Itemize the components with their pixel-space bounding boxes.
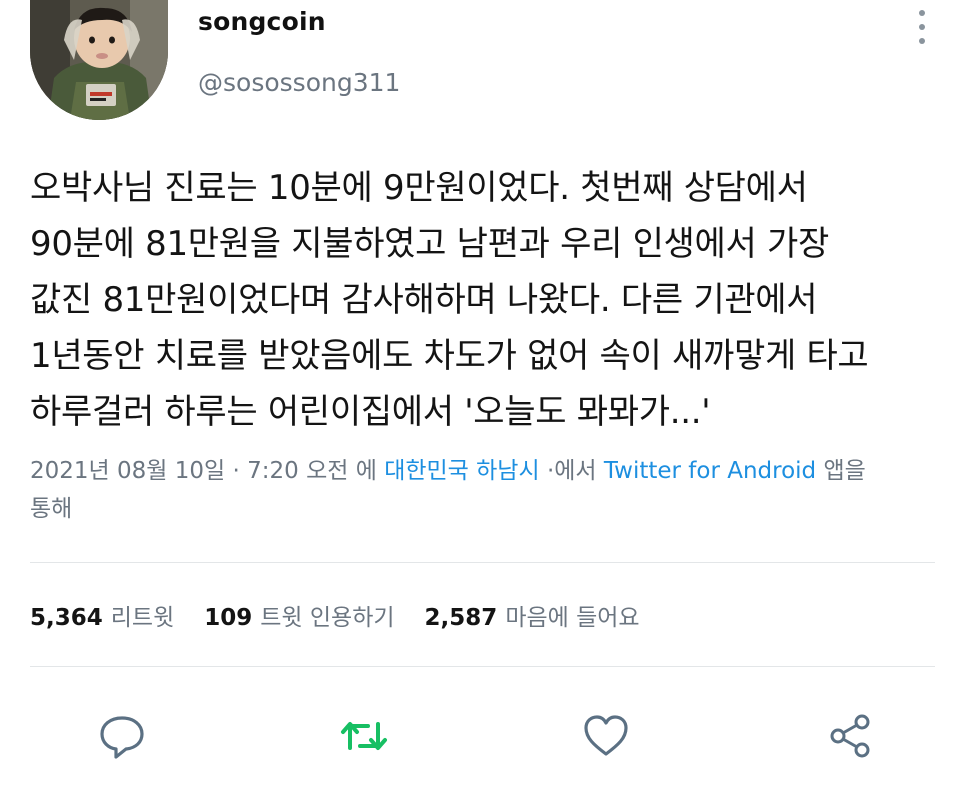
tweet-date[interactable]: 2021년 08월 10일 — [30, 458, 225, 484]
more-dot-icon — [919, 24, 925, 30]
likes-stat[interactable]: 2,587 마음에 들어요 — [425, 598, 640, 632]
tweet-stats: 5,364 리트윗 109 트윗 인용하기 2,587 마음에 들어요 — [30, 598, 670, 632]
retweets-count: 5,364 — [30, 605, 103, 631]
retweets-label: 리트윗 — [110, 605, 175, 631]
tweet-location-link[interactable]: 대한민국 하남시 — [384, 458, 539, 484]
avatar-photo-icon — [30, 0, 168, 120]
location-prefix: 에 — [355, 458, 377, 484]
meta-separator: · — [232, 458, 240, 484]
client-suffix: 앱을 — [823, 458, 866, 484]
tweet-actions — [0, 700, 965, 770]
meta-line2: 통해 — [30, 496, 73, 522]
more-options-button[interactable] — [905, 8, 939, 46]
display-name[interactable]: songcoin — [198, 7, 326, 36]
likes-count: 2,587 — [424, 605, 498, 631]
likes-label: 마음에 들어요 — [505, 605, 640, 631]
more-dot-icon — [919, 10, 925, 16]
retweet-button[interactable] — [338, 710, 390, 762]
share-button[interactable] — [824, 710, 876, 762]
tweet-header: songcoin @sosossong311 — [0, 0, 965, 140]
more-dot-icon — [919, 38, 925, 44]
reply-button[interactable] — [96, 710, 148, 762]
user-handle[interactable]: @sosossong311 — [198, 68, 400, 97]
tweet-text: 오박사님 진료는 10분에 9만원이었다. 첫번째 상담에서 90분에 81만원… — [30, 168, 869, 432]
reply-icon — [100, 716, 144, 759]
heart-icon — [584, 715, 628, 756]
via-prefix: ·에서 — [546, 458, 597, 484]
tweet-client-link[interactable]: Twitter for Android — [604, 458, 816, 484]
tweet-meta: 2021년 08월 10일 · 7:20 오전 에 대한민국 하남시 ·에서 T… — [30, 452, 940, 528]
tweet-time[interactable]: 7:20 오전 — [247, 458, 348, 484]
quotes-stat[interactable]: 109 트윗 인용하기 — [204, 598, 394, 632]
quotes-label: 트윗 인용하기 — [260, 605, 395, 631]
avatar[interactable] — [30, 0, 168, 120]
divider — [30, 666, 935, 667]
retweets-stat[interactable]: 5,364 리트윗 — [30, 598, 174, 632]
like-button[interactable] — [580, 710, 632, 762]
retweet-icon — [341, 722, 387, 750]
share-icon — [830, 714, 870, 758]
quotes-count: 109 — [204, 605, 253, 631]
divider — [30, 562, 935, 563]
